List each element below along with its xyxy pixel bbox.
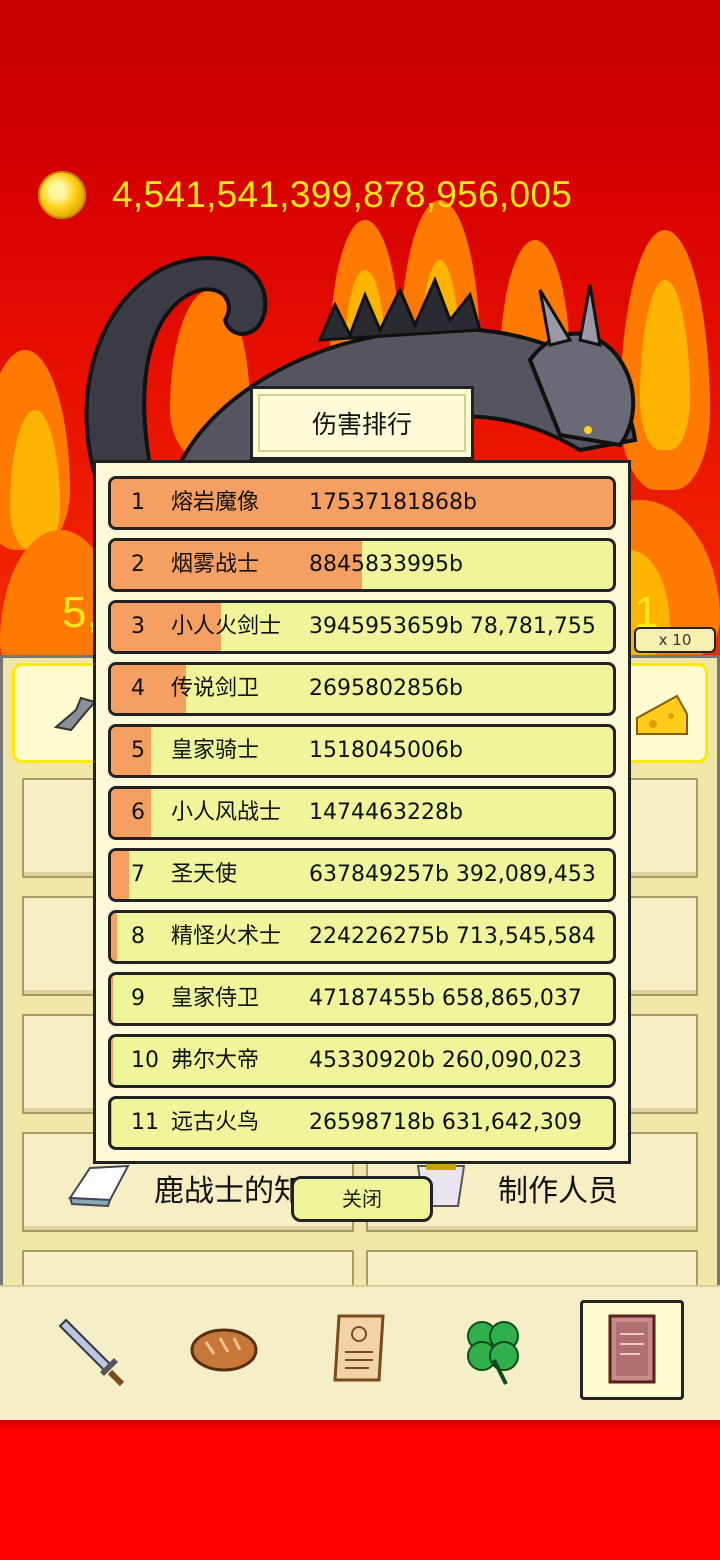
ranking-row: 7 圣天使 637849257b 392,089,453 bbox=[108, 848, 616, 902]
coin-balance: 4,541,541,399,878,956,005 bbox=[38, 171, 573, 219]
sword-icon bbox=[58, 1318, 125, 1387]
ranking-rank: 3 bbox=[131, 614, 145, 639]
ranking-damage: 1518045006b bbox=[309, 738, 463, 763]
nav-tab-food[interactable] bbox=[172, 1300, 276, 1400]
cheese-icon bbox=[636, 694, 688, 735]
ranking-damage: 45330920b 260,090,023 bbox=[309, 1048, 582, 1073]
ranking-damage: 1474463228b bbox=[309, 800, 463, 825]
ranking-hero-name: 皇家侍卫 bbox=[171, 986, 260, 1011]
ranking-hero-name: 熔岩魔像 bbox=[171, 490, 260, 515]
modal-title: 伤害排行 bbox=[258, 394, 466, 452]
ranking-row: 9 皇家侍卫 47187455b 658,865,037 bbox=[108, 972, 616, 1026]
damage-share-bar bbox=[111, 913, 118, 961]
ranking-hero-name: 小人风战士 bbox=[171, 800, 282, 825]
damage-share-bar bbox=[111, 1099, 112, 1147]
scroll-icon bbox=[333, 1314, 385, 1382]
damage-share-bar bbox=[111, 1037, 113, 1085]
menu-label-credits: 制作人员 bbox=[498, 1174, 618, 1209]
ranking-hero-name: 小人火剑士 bbox=[171, 614, 282, 639]
coin-amount: 4,541,541,399,878,956,005 bbox=[112, 174, 573, 215]
ranking-row: 5 皇家骑士 1518045006b bbox=[108, 724, 616, 778]
ranking-hero-name: 远古火鸟 bbox=[171, 1110, 260, 1135]
nav-tab-attack[interactable] bbox=[40, 1300, 144, 1400]
ranking-rank: 1 bbox=[131, 490, 145, 515]
damage-share-bar bbox=[111, 975, 113, 1023]
ranking-row: 4 传说剑卫 2695802856b bbox=[108, 662, 616, 716]
ranking-rank: 2 bbox=[131, 552, 145, 577]
ranking-rank: 5 bbox=[131, 738, 145, 763]
ranking-rank: 8 bbox=[131, 924, 145, 949]
ranking-hero-name: 圣天使 bbox=[171, 862, 238, 887]
ranking-damage: 224226275b 713,545,584 bbox=[309, 924, 596, 949]
ranking-damage: 26598718b 631,642,309 bbox=[309, 1110, 582, 1135]
ranking-damage: 47187455b 658,865,037 bbox=[309, 986, 582, 1011]
ranking-hero-name: 弗尔大帝 bbox=[171, 1048, 260, 1073]
book-icon bbox=[608, 1314, 656, 1384]
ranking-damage: 637849257b 392,089,453 bbox=[309, 862, 596, 887]
ranking-row: 8 精怪火术士 224226275b 713,545,584 bbox=[108, 910, 616, 964]
ranking-hero-name: 传说剑卫 bbox=[171, 676, 260, 701]
multiplier-button[interactable]: x 10 bbox=[634, 627, 716, 653]
nav-tab-book[interactable] bbox=[580, 1300, 684, 1400]
modal-title-box: 伤害排行 bbox=[250, 386, 474, 460]
ranking-list: 1 熔岩魔像 17537181868b 2 烟雾战士 8845833995b 3 小人火剑士 3… bbox=[108, 476, 616, 1158]
gold-coin-icon bbox=[38, 171, 86, 219]
ranking-hero-name: 烟雾战士 bbox=[171, 552, 260, 577]
ranking-damage: 17537181868b bbox=[309, 490, 477, 515]
ranking-row: 3 小人火剑士 3945953659b 78,781,755 bbox=[108, 600, 616, 654]
ranking-rank: 9 bbox=[131, 986, 145, 1011]
ranking-row: 1 熔岩魔像 17537181868b bbox=[108, 476, 616, 530]
ranking-damage: 3945953659b 78,781,755 bbox=[309, 614, 596, 639]
nav-tab-luck[interactable] bbox=[442, 1300, 546, 1400]
ranking-damage: 8845833995b bbox=[309, 552, 463, 577]
ranking-row: 2 烟雾战士 8845833995b bbox=[108, 538, 616, 592]
nav-tab-scroll[interactable] bbox=[308, 1300, 412, 1400]
ranking-hero-name: 精怪火术士 bbox=[171, 924, 282, 949]
ranking-row: 11 远古火鸟 26598718b 631,642,309 bbox=[108, 1096, 616, 1150]
ranking-rank: 7 bbox=[131, 862, 145, 887]
ranking-hero-name: 皇家骑士 bbox=[171, 738, 260, 763]
ranking-rank: 6 bbox=[131, 800, 145, 825]
ranking-row: 6 小人风战士 1474463228b bbox=[108, 786, 616, 840]
clover-icon bbox=[467, 1321, 519, 1385]
ranking-damage: 2695802856b bbox=[309, 676, 463, 701]
bread-icon bbox=[190, 1328, 258, 1372]
close-button[interactable]: 关闭 bbox=[291, 1176, 433, 1222]
ranking-row: 10 弗尔大帝 45330920b 260,090,023 bbox=[108, 1034, 616, 1088]
ranking-rank: 4 bbox=[131, 676, 145, 701]
open-book-icon bbox=[68, 1164, 130, 1208]
ranking-rank: 10 bbox=[131, 1048, 159, 1073]
damage-share-bar bbox=[111, 851, 129, 899]
ranking-rank: 11 bbox=[131, 1110, 159, 1135]
